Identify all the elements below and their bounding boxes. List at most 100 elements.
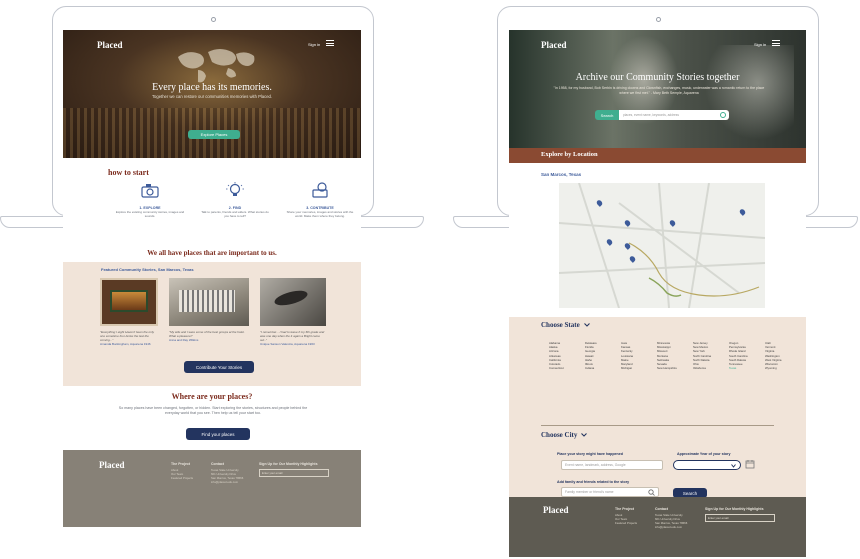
search-icon[interactable] — [720, 112, 726, 118]
right-footer-logo[interactable]: Placed — [543, 505, 569, 515]
right-hero: Placed Sign in Archive our Community Sto… — [509, 30, 806, 148]
story-photo-1[interactable] — [100, 278, 158, 326]
right-signin-link[interactable]: Sign in — [754, 42, 766, 47]
featured-heading: Featured Community Stories, San Marcos, … — [101, 267, 194, 272]
hero-search-button[interactable]: Search — [595, 110, 619, 120]
signup-email-input[interactable]: Enter your email — [705, 514, 775, 522]
year-select[interactable] — [673, 460, 741, 470]
left-footer-signup: Sign Up for Our Monthly Highlights Enter… — [259, 462, 329, 477]
state-link[interactable]: Connecticut — [549, 366, 564, 370]
state-link[interactable]: Michigan — [621, 366, 633, 370]
chevron-down-icon — [731, 464, 736, 468]
right-footer-signup: Sign Up for Our Monthly Highlights Enter… — [705, 507, 775, 522]
share-icon — [312, 182, 328, 198]
place-label: Place your story might have happened — [557, 452, 623, 456]
right-hero-quote: "In 1958, for my husband, Bob Serbin is … — [553, 86, 765, 95]
story-photo-3[interactable] — [260, 278, 326, 326]
story-photo-2[interactable] — [169, 278, 249, 326]
state-column: Iowa Kansas Kentucky Louisiana Maine Mar… — [621, 341, 633, 370]
hero-search-input[interactable]: places, event name, keywords, address — [619, 110, 729, 120]
state-link[interactable]: Rhode Island — [729, 349, 748, 353]
footer-link-featured[interactable]: Featured Projects — [171, 476, 193, 480]
featured-stories-section: Featured Community Stories, San Marcos, … — [63, 262, 361, 386]
right-logo[interactable]: Placed — [541, 40, 567, 50]
signup-email-input[interactable]: Enter your email — [259, 469, 329, 477]
section-divider — [541, 425, 774, 426]
step-explore: 1. EXPLORE Explore the existing communit… — [115, 182, 185, 218]
story-quote-2: "My wife and I were some of the best gro… — [169, 330, 245, 338]
step-contribute: 3. CONTRIBUTE Share your memories, image… — [285, 182, 355, 218]
right-laptop-camera — [656, 17, 661, 22]
calendar-icon[interactable] — [745, 459, 755, 469]
story-card-3: "I remember... I had to leave if my 6th … — [260, 330, 326, 346]
choose-city-dropdown[interactable]: Choose City — [541, 431, 588, 439]
story-card-1: "Everything I eight Haven't been the onl… — [100, 330, 158, 346]
how-to-start-steps: 1. EXPLORE Explore the existing communit… — [115, 182, 355, 232]
footer-link-featured[interactable]: Featured Projects — [615, 521, 637, 525]
right-menu-icon[interactable] — [772, 40, 780, 46]
left-screen: Placed Sign in Every place has its memor… — [63, 30, 361, 527]
year-label: Approximate Year of your story — [677, 452, 731, 456]
map-roads — [559, 183, 765, 308]
left-hero-subtitle: Together we can restore our communities … — [151, 94, 273, 99]
story-quote-1: "Everything I eight Haven't been the onl… — [100, 330, 155, 342]
search-icon[interactable] — [648, 489, 655, 496]
state-column: New Jersey New Mexico New York North Car… — [693, 341, 711, 370]
where-heading: Where are your places? — [171, 392, 253, 401]
story-author-3: Unique Sanson Valencia, Aquarena 1963 — [260, 342, 315, 346]
footer-contact-email[interactable]: info@placed.edu.com — [655, 525, 687, 529]
state-column: Minnesota Mississippi Missouri Montana N… — [657, 341, 677, 370]
story-author-2: Anna and Ray Wilkins — [169, 338, 199, 342]
world-map-icon — [178, 49, 255, 83]
left-menu-icon[interactable] — [326, 40, 334, 46]
state-column: Utah Vermont Virginia Washington West Vi… — [765, 341, 781, 370]
find-places-button[interactable]: Find your places — [186, 428, 250, 440]
step-explore-desc: Explore the existing community stories, … — [115, 210, 185, 218]
chevron-down-icon — [581, 433, 588, 437]
state-link-selected[interactable]: Texas — [729, 366, 748, 370]
left-laptop-camera — [211, 17, 216, 22]
step-contribute-desc: Share your memories, images and stories … — [286, 210, 354, 218]
left-footer: Placed The Project About Our Team Featur… — [63, 450, 361, 527]
left-hero: Placed Sign in Every place has its memor… — [63, 30, 361, 158]
state-column: Alabama Alaska Arizona Arkansas Californ… — [549, 341, 564, 370]
explore-location-heading: Explore by Location — [541, 151, 598, 158]
left-logo[interactable]: Placed — [97, 40, 123, 50]
explore-location-bar: Explore by Location — [509, 148, 806, 163]
state-link[interactable]: Kentucky — [621, 349, 633, 353]
location-map[interactable] — [559, 183, 765, 308]
footer-col-title: The Project — [171, 462, 191, 466]
footer-col-title: Contact — [211, 462, 225, 466]
footer-col-title: The Project — [615, 507, 635, 511]
tagline-heading: We all have places that are important to… — [147, 249, 277, 257]
left-footer-project-col: The Project About Our Team Featured Proj… — [171, 462, 193, 480]
right-footer-contact-col: Contact Texas State University 601 Unive… — [655, 507, 687, 529]
footer-contact-email[interactable]: info@placed.edu.com — [211, 480, 243, 484]
state-link[interactable]: Oklahoma — [693, 366, 711, 370]
explore-places-button[interactable]: Explore Places — [188, 130, 240, 139]
choose-state-dropdown[interactable]: Choose State — [541, 321, 590, 329]
state-grid: Alabama Alaska Arizona Arkansas Californ… — [549, 341, 789, 391]
place-input[interactable]: Event name, landmark, address, Google — [561, 460, 663, 470]
left-signin-link[interactable]: Sign in — [308, 42, 320, 47]
state-link[interactable]: Indiana — [585, 366, 597, 370]
left-footer-logo[interactable]: Placed — [99, 460, 125, 470]
how-to-start-heading: how to start — [108, 168, 149, 177]
left-hero-title: Every place has its memories. — [152, 82, 272, 93]
location-title: San Marcos, Texas — [541, 172, 582, 177]
state-column: Oregon Pennsylvania Rhode Island South C… — [729, 341, 748, 370]
step-find-desc: Talk to parents, friends and elders. Wha… — [201, 210, 269, 218]
state-link[interactable]: New Hampshire — [657, 366, 677, 370]
signup-title: Sign Up for Our Monthly Highlights — [259, 462, 318, 466]
choose-state-label: Choose State — [541, 321, 580, 329]
left-footer-contact-col: Contact Texas State University 601 Unive… — [211, 462, 243, 484]
choose-city-label: Choose City — [541, 431, 578, 439]
contribute-stories-button[interactable]: Contribute Your Stories — [184, 361, 254, 373]
signup-title: Sign Up for Our Monthly Highlights — [705, 507, 764, 511]
right-footer-project-col: The Project About Our Team Featured Proj… — [615, 507, 637, 525]
chevron-down-icon — [583, 323, 590, 327]
state-link[interactable]: Wyoming — [765, 366, 781, 370]
friends-input[interactable]: Family member or friend's name — [561, 487, 659, 497]
right-screen: Placed Sign in Archive our Community Sto… — [509, 30, 806, 557]
step-find: 2. FIND Talk to parents, friends and eld… — [200, 182, 270, 218]
